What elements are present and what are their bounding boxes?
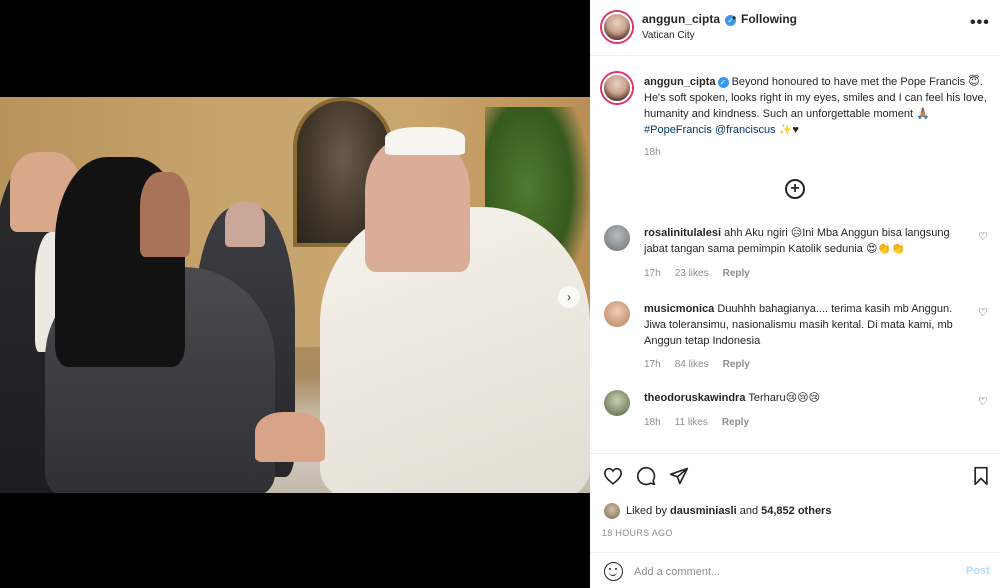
commenter-avatar[interactable] — [604, 301, 630, 327]
commenter-username[interactable]: rosalinitulalesi — [644, 227, 721, 239]
post-side-panel: anggun_cipta ✓ • Following Vatican City … — [590, 0, 1000, 588]
comment-time[interactable]: 18h — [644, 417, 661, 428]
share-icon[interactable] — [668, 465, 690, 487]
comment-item: musicmonica Duuhhh bahagianya.... terima… — [590, 301, 1000, 370]
share-icon-svg — [669, 467, 689, 485]
likes-prefix: Liked by — [626, 505, 671, 517]
author-username-row[interactable]: anggun_cipta ✓ — [642, 12, 737, 26]
chevron-right-icon: › — [567, 290, 571, 304]
post-location[interactable]: Vatican City — [642, 30, 695, 41]
heart-icon[interactable] — [602, 465, 624, 487]
comment-likes[interactable]: 11 likes — [675, 417, 708, 428]
post-actions: Liked by dausminiasli and 54,852 others … — [590, 453, 1000, 588]
add-comment-input[interactable] — [634, 562, 944, 582]
likes-summary: Liked by dausminiasli and 54,852 others — [604, 503, 831, 519]
comment-meta: 17h 23 likes Reply — [644, 268, 750, 279]
post-media: › — [0, 0, 590, 588]
more-options-icon[interactable]: ••• — [970, 14, 990, 32]
comment-meta: 18h 11 likes Reply — [644, 417, 749, 428]
load-more-comments-button[interactable]: + — [785, 179, 805, 199]
reply-button[interactable]: Reply — [723, 359, 750, 370]
bookmark-icon-svg — [974, 466, 988, 486]
post-photo[interactable] — [0, 97, 590, 493]
comment-text: musicmonica Duuhhh bahagianya.... terima… — [644, 301, 969, 349]
comment-likes[interactable]: 84 likes — [675, 359, 709, 370]
commenter-username[interactable]: theodoruskawindra — [644, 392, 745, 404]
comment-like-heart-icon[interactable]: ♡ — [978, 230, 988, 243]
add-comment-bar: Post — [590, 552, 1000, 588]
photo-pope-cap — [385, 127, 465, 155]
commenter-avatar[interactable] — [604, 225, 630, 251]
comments-scroll-area[interactable]: anggun_cipta ✓ Beyond honoured to have me… — [590, 57, 1000, 452]
heart-icon-svg — [603, 467, 623, 485]
comment-body: Terharu😢😢😢 — [745, 392, 821, 404]
carousel-next-button[interactable]: › — [558, 286, 580, 308]
following-button[interactable]: Following — [741, 12, 797, 26]
caption-time[interactable]: 18h — [644, 147, 661, 158]
verified-badge-icon: ✓ — [717, 77, 729, 88]
photo-handshake — [255, 412, 325, 462]
post-comment-button[interactable]: Post — [966, 565, 990, 577]
photo-pope-head — [365, 137, 470, 272]
likes-middle: and — [736, 505, 762, 517]
comment-text: theodoruskawindra Terharu😢😢😢 — [644, 390, 969, 406]
liker-username[interactable]: dausminiasli — [670, 505, 737, 517]
likes-count[interactable]: 54,852 others — [761, 505, 831, 517]
commenter-username[interactable]: musicmonica — [644, 303, 714, 315]
comment-item: rosalinitulalesi ahh Aku ngiri 😥Ini Mba … — [590, 225, 1000, 285]
reply-button[interactable]: Reply — [722, 417, 749, 428]
likes-text: Liked by dausminiasli and 54,852 others — [626, 505, 831, 517]
photo-background-man-head — [225, 202, 265, 247]
author-username[interactable]: anggun_cipta — [642, 12, 720, 26]
caption-hashtag[interactable]: #PopeFrancis — [644, 124, 712, 136]
comment-time[interactable]: 17h — [644, 268, 661, 279]
photo-woman-face — [140, 172, 190, 257]
bookmark-icon[interactable] — [970, 465, 992, 487]
post-timestamp[interactable]: 18 HOURS AGO — [602, 528, 673, 538]
comment-time[interactable]: 17h — [644, 359, 661, 370]
reply-button[interactable]: Reply — [723, 268, 750, 279]
caption-author-avatar[interactable] — [602, 73, 632, 103]
comment-icon[interactable] — [635, 465, 657, 487]
comment-text: rosalinitulalesi ahh Aku ngiri 😥Ini Mba … — [644, 225, 969, 257]
caption-mention[interactable]: @franciscus — [715, 124, 776, 136]
header-separator: • — [732, 11, 737, 25]
caption-trailing: ✨♥ — [775, 124, 799, 136]
smile-icon[interactable] — [604, 562, 623, 581]
comment-icon-svg — [636, 466, 656, 486]
author-avatar[interactable] — [602, 12, 632, 42]
post-header: anggun_cipta ✓ • Following Vatican City … — [590, 0, 1000, 56]
comment-like-heart-icon[interactable]: ♡ — [978, 306, 988, 319]
comment-likes[interactable]: 23 likes — [675, 268, 709, 279]
comment-item: theodoruskawindra Terharu😢😢😢 18h 11 like… — [590, 390, 1000, 450]
caption-text: anggun_cipta ✓ Beyond honoured to have me… — [644, 74, 989, 138]
caption-username[interactable]: anggun_cipta — [644, 76, 716, 88]
commenter-avatar[interactable] — [604, 390, 630, 416]
liker-avatar[interactable] — [604, 503, 620, 519]
comment-like-heart-icon[interactable]: ♡ — [978, 395, 988, 408]
comment-meta: 17h 84 likes Reply — [644, 359, 750, 370]
